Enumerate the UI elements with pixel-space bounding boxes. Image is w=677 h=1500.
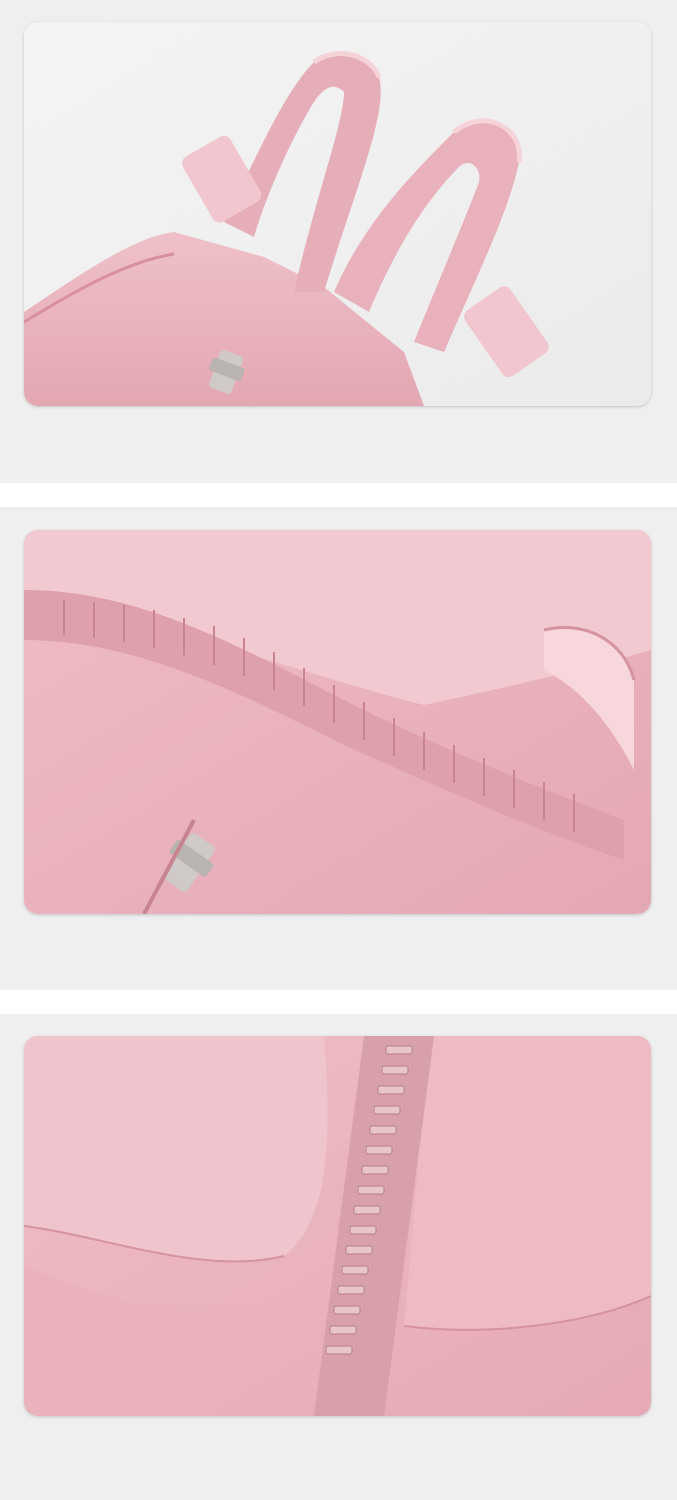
straps-illustration [24, 22, 651, 406]
image-panel-waist [0, 507, 677, 990]
image-panel-zipper [0, 1014, 677, 1500]
product-photo-zipper [24, 1036, 651, 1416]
waist-illustration [24, 530, 651, 914]
product-photo-waist [24, 530, 651, 914]
image-panel-straps [0, 0, 677, 483]
zipper-illustration [24, 1036, 651, 1416]
product-photo-straps [24, 22, 651, 406]
